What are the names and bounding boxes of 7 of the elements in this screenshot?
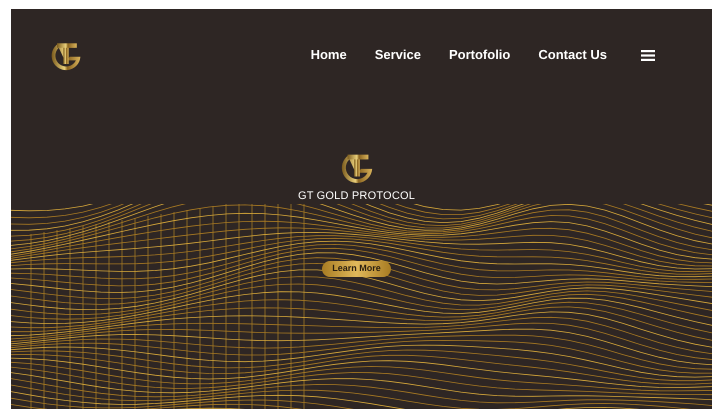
nav-link[interactable]: Service xyxy=(374,45,421,65)
learn-more-button[interactable]: Learn More xyxy=(322,260,391,276)
brand-title: GT GOLD PROTOCOL xyxy=(298,189,416,204)
menu-icon[interactable] xyxy=(641,50,655,60)
nav-link[interactable]: Home xyxy=(310,45,347,65)
nav-link[interactable]: Contact Us xyxy=(538,45,607,65)
nav-link[interactable]: Portofolio xyxy=(448,45,510,65)
